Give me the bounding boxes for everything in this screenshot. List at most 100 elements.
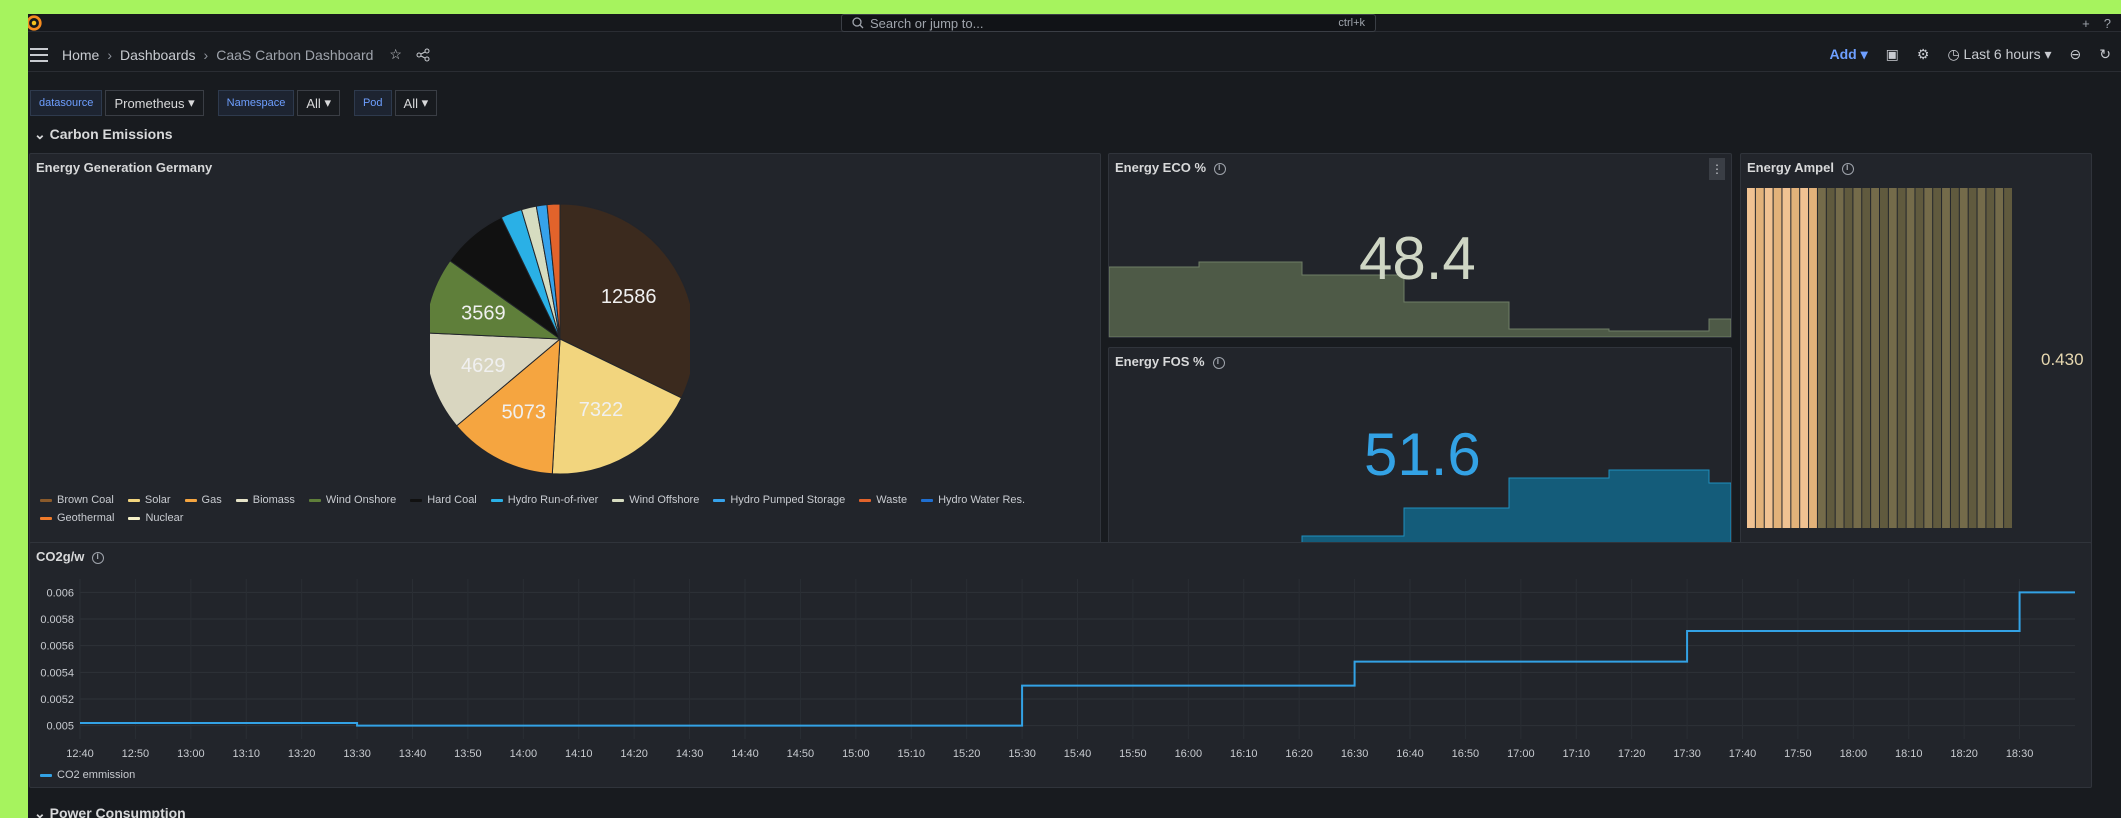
- help-button[interactable]: ?: [2104, 16, 2111, 31]
- new-button[interactable]: +: [2082, 16, 2090, 31]
- variable-select-datasource[interactable]: Prometheus ▾: [105, 90, 204, 116]
- panel-title: Energy Ampel: [1747, 160, 1854, 175]
- legend-label: Solar: [144, 494, 171, 506]
- panel-energy-eco: Energy ECO % ⋮ 48.4: [1108, 153, 1732, 338]
- info-icon[interactable]: [1214, 162, 1227, 175]
- panel-title: Energy Generation Germany: [36, 160, 213, 175]
- grafana-app: Search or jump to... ctrl+k + ? Home › D…: [28, 14, 2121, 818]
- ampel-bar: [1764, 188, 1773, 528]
- info-icon[interactable]: [92, 551, 105, 564]
- y-tick-label: 0.0052: [40, 694, 74, 706]
- refresh-icon[interactable]: ↻: [2099, 46, 2111, 63]
- legend-item[interactable]: Hydro Pumped Storage: [713, 494, 845, 506]
- info-icon[interactable]: [1841, 162, 1854, 175]
- legend-item[interactable]: CO2 emmission: [40, 769, 135, 781]
- x-tick-label: 18:20: [1950, 748, 1978, 760]
- variable-select-pod[interactable]: All ▾: [394, 90, 438, 116]
- breadcrumb-current[interactable]: CaaS Carbon Dashboard: [216, 47, 373, 63]
- row-carbon-emissions[interactable]: ⌄ Carbon Emissions: [34, 126, 173, 143]
- star-icon[interactable]: ☆: [389, 46, 402, 63]
- ampel-bar: [1747, 188, 1755, 528]
- search-placeholder: Search or jump to...: [870, 15, 984, 31]
- share-icon[interactable]: [416, 48, 430, 62]
- variable-label-pod: Pod: [353, 90, 392, 116]
- add-button[interactable]: Add ▾: [1830, 46, 1868, 63]
- ampel-bar: [1862, 188, 1871, 528]
- legend-swatch: [410, 498, 423, 502]
- panel-energy-fos: Energy FOS % 51.6: [1108, 347, 1732, 549]
- ampel-bar: [1924, 188, 1933, 528]
- legend-item[interactable]: Gas: [184, 494, 222, 506]
- ampel-bar: [1906, 188, 1915, 528]
- legend-item[interactable]: Wind Offshore: [612, 494, 699, 506]
- ampel-bar: [1888, 188, 1897, 528]
- legend-item[interactable]: Geothermal: [40, 512, 114, 524]
- variable-label-namespace: Namespace: [217, 90, 295, 116]
- legend-swatch: [40, 498, 52, 502]
- breadcrumb-dashboards[interactable]: Dashboards: [120, 47, 196, 63]
- variable-select-namespace[interactable]: All ▾: [297, 90, 340, 116]
- legend-swatch: [859, 498, 872, 502]
- chevron-right-icon: ›: [203, 46, 209, 63]
- x-tick-label: 13:30: [343, 748, 371, 760]
- info-icon[interactable]: [1212, 356, 1225, 369]
- save-icon[interactable]: ▣: [1886, 46, 1899, 63]
- settings-icon[interactable]: ⚙: [1917, 46, 1930, 63]
- x-tick-label: 17:00: [1507, 748, 1535, 760]
- x-tick-label: 18:10: [1895, 748, 1923, 760]
- legend-item[interactable]: Brown Coal: [40, 494, 114, 506]
- ampel-bar: [1977, 188, 1986, 528]
- co2-legend: CO2 emmission: [40, 769, 149, 787]
- legend-item[interactable]: Nuclear: [128, 512, 183, 524]
- legend-item[interactable]: Biomass: [235, 494, 295, 506]
- legend-item[interactable]: Hydro Run-of-river: [490, 494, 599, 506]
- grafana-logo-icon[interactable]: [28, 14, 43, 32]
- x-tick-label: 14:30: [676, 748, 704, 760]
- legend-item[interactable]: Hydro Water Res.: [921, 494, 1025, 506]
- x-tick-label: 17:50: [1784, 748, 1812, 760]
- legend-item[interactable]: Solar: [127, 494, 171, 506]
- legend-item[interactable]: Waste: [859, 494, 907, 506]
- x-tick-label: 15:00: [842, 748, 870, 760]
- x-tick-label: 15:20: [953, 748, 981, 760]
- legend-label: Gas: [201, 494, 222, 506]
- ampel-bar: [2004, 188, 2012, 528]
- legend-item[interactable]: Hard Coal: [410, 494, 477, 506]
- legend-swatch: [184, 498, 197, 502]
- legend-label: Waste: [876, 494, 908, 506]
- ampel-bar: [1853, 188, 1862, 528]
- search-input[interactable]: Search or jump to... ctrl+k: [841, 14, 1376, 32]
- menu-icon[interactable]: [30, 47, 48, 62]
- legend-item[interactable]: Wind Onshore: [308, 494, 396, 506]
- legend-swatch: [40, 516, 52, 520]
- legend-label: Geothermal: [57, 512, 115, 524]
- x-tick-label: 13:20: [288, 748, 316, 760]
- ampel-bar: [1950, 188, 1959, 528]
- zoom-out-icon[interactable]: ⊖: [2070, 46, 2082, 63]
- legend-label: Hard Coal: [427, 494, 477, 506]
- panel-menu-icon[interactable]: ⋮: [1709, 158, 1725, 180]
- search-shortcut: ctrl+k: [1338, 17, 1365, 29]
- legend-swatch: [128, 516, 141, 520]
- x-tick-label: 13:10: [232, 748, 260, 760]
- ampel-bar: [1959, 188, 1968, 528]
- variables-bar: datasource Prometheus ▾ Namespace All ▾ …: [30, 90, 451, 116]
- x-tick-label: 17:20: [1618, 748, 1646, 760]
- pie-slice-label: 12586: [601, 286, 657, 308]
- legend-swatch: [308, 498, 321, 502]
- x-tick-label: 16:40: [1396, 748, 1424, 760]
- panel-co2: CO2g/w 0.0060.00580.00560.00540.00520.00…: [29, 542, 2092, 788]
- row-power-consumption[interactable]: ⌄ Power Consumption: [34, 805, 186, 818]
- legend-swatch: [713, 498, 726, 502]
- legend-label: Hydro Run-of-river: [507, 494, 599, 506]
- x-tick-label: 18:00: [1840, 748, 1868, 760]
- breadcrumb-home[interactable]: Home: [62, 47, 99, 63]
- x-tick-label: 14:10: [565, 748, 593, 760]
- pie-slice-label: 4629: [461, 355, 506, 377]
- panel-title: CO2g/w: [36, 549, 105, 564]
- legend-swatch: [127, 498, 140, 502]
- x-tick-label: 16:50: [1452, 748, 1480, 760]
- x-tick-label: 14:50: [787, 748, 815, 760]
- legend-label: Wind Offshore: [629, 494, 700, 506]
- time-picker[interactable]: ◷ Last 6 hours ▾: [1947, 46, 2051, 63]
